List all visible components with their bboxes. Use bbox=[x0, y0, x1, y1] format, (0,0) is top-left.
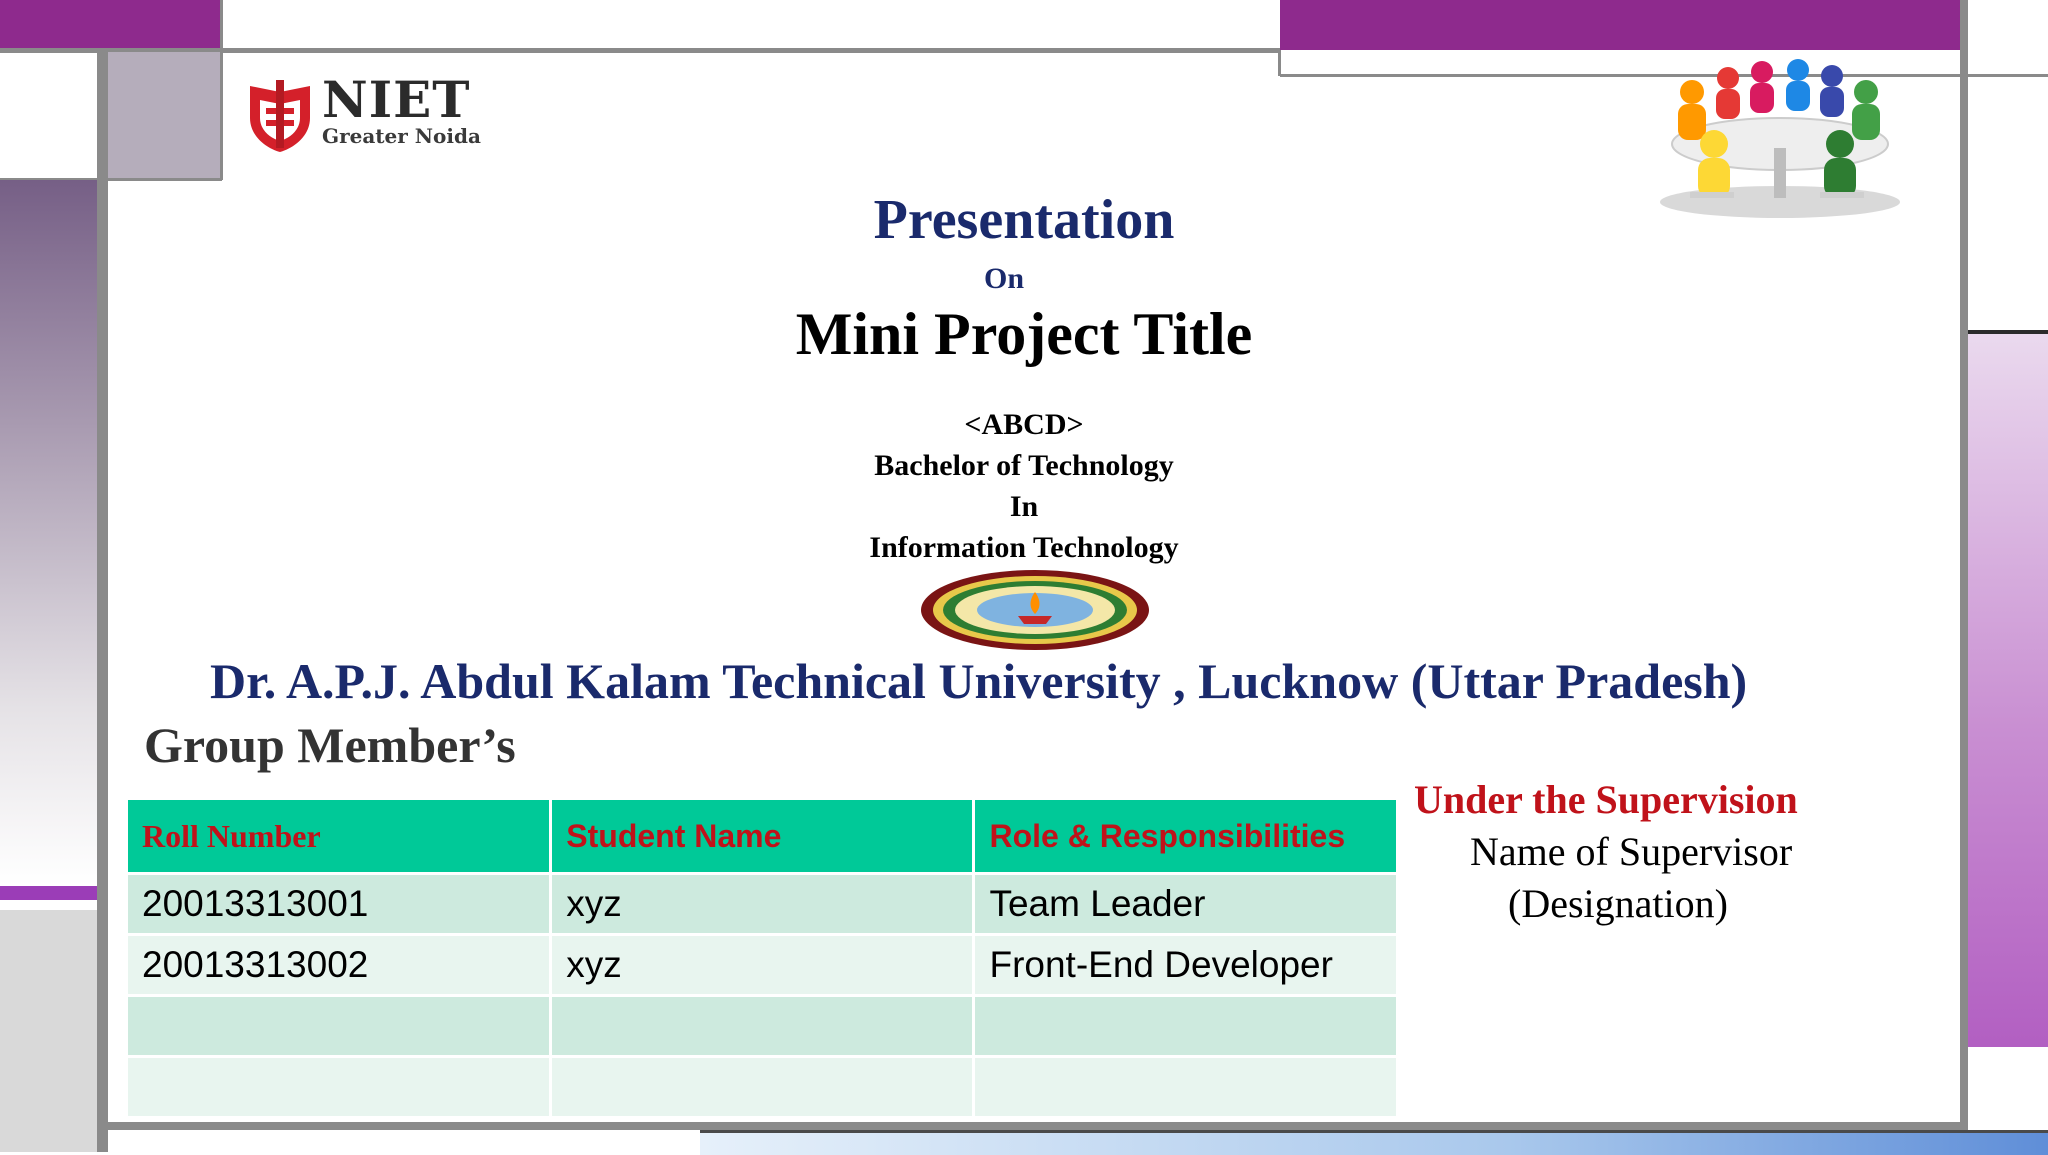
project-title: Mini Project Title bbox=[795, 301, 1253, 367]
presentation-heading: Presentation bbox=[873, 189, 1175, 251]
cell-student-name bbox=[550, 995, 976, 1058]
cell-roll-number: 20013313001 bbox=[128, 873, 553, 936]
left-grey-panel bbox=[0, 910, 98, 1152]
cell-roll-number bbox=[128, 995, 553, 1058]
project-code: <ABCD> bbox=[964, 408, 1084, 441]
top-left-purple-bar bbox=[0, 0, 222, 50]
in-label: In bbox=[1009, 490, 1039, 523]
header-roll-number: Roll Number bbox=[128, 800, 553, 875]
university-name: Dr. A.P.J. Abdul Kalam Technical Univers… bbox=[210, 653, 1748, 709]
cell-roll-number bbox=[128, 1056, 553, 1119]
left-purple-strip bbox=[0, 886, 104, 900]
niet-logo: NIET Greater Noida bbox=[246, 70, 496, 156]
header-student-name: Student Name bbox=[550, 800, 976, 875]
logo-main-text: NIET bbox=[322, 70, 471, 129]
logo-sub-text: Greater Noida bbox=[322, 124, 481, 148]
cell-student-name: xyz bbox=[550, 873, 976, 936]
top-right-purple-bar bbox=[1280, 0, 1960, 50]
supervisor-designation: (Designation) bbox=[1508, 881, 1728, 926]
cell-roll-number: 20013313002 bbox=[128, 934, 553, 997]
frame-line-top-right-tick bbox=[1278, 50, 1281, 76]
group-members-table: Roll Number Student Name Role & Responsi… bbox=[128, 800, 1396, 1119]
corner-mauve-square bbox=[108, 52, 222, 180]
supervision-heading: Under the Supervision bbox=[1414, 777, 1798, 822]
frame-line-logo-right bbox=[220, 0, 223, 180]
niet-shield-icon bbox=[250, 80, 310, 152]
table-row bbox=[128, 1056, 1396, 1119]
cell-student-name bbox=[550, 1056, 976, 1119]
cell-role: Front-End Developer bbox=[973, 934, 1396, 997]
cell-role bbox=[973, 995, 1396, 1058]
cell-student-name: xyz bbox=[550, 934, 976, 997]
table-row: 20013313001 xyz Team Leader bbox=[128, 873, 1396, 936]
table-row: 20013313002 xyz Front-End Developer bbox=[128, 934, 1396, 997]
frame-line-right bbox=[1960, 0, 1968, 1130]
table-header-row: Roll Number Student Name Role & Responsi… bbox=[128, 800, 1396, 875]
header-role: Role & Responsibilities bbox=[973, 800, 1396, 875]
frame-line-bottom bbox=[104, 1122, 1968, 1130]
branch-label: Information Technology bbox=[869, 531, 1179, 564]
bottom-blue-strip bbox=[700, 1130, 2048, 1155]
supervisor-name: Name of Supervisor bbox=[1470, 829, 1793, 874]
on-label: On bbox=[983, 262, 1025, 295]
degree-label: Bachelor of Technology bbox=[874, 449, 1174, 482]
cell-role: Team Leader bbox=[973, 873, 1396, 936]
university-seal-icon bbox=[921, 570, 1149, 650]
cell-role bbox=[973, 1056, 1396, 1119]
group-members-heading: Group Member’s bbox=[144, 717, 516, 773]
table-row bbox=[128, 995, 1396, 1058]
